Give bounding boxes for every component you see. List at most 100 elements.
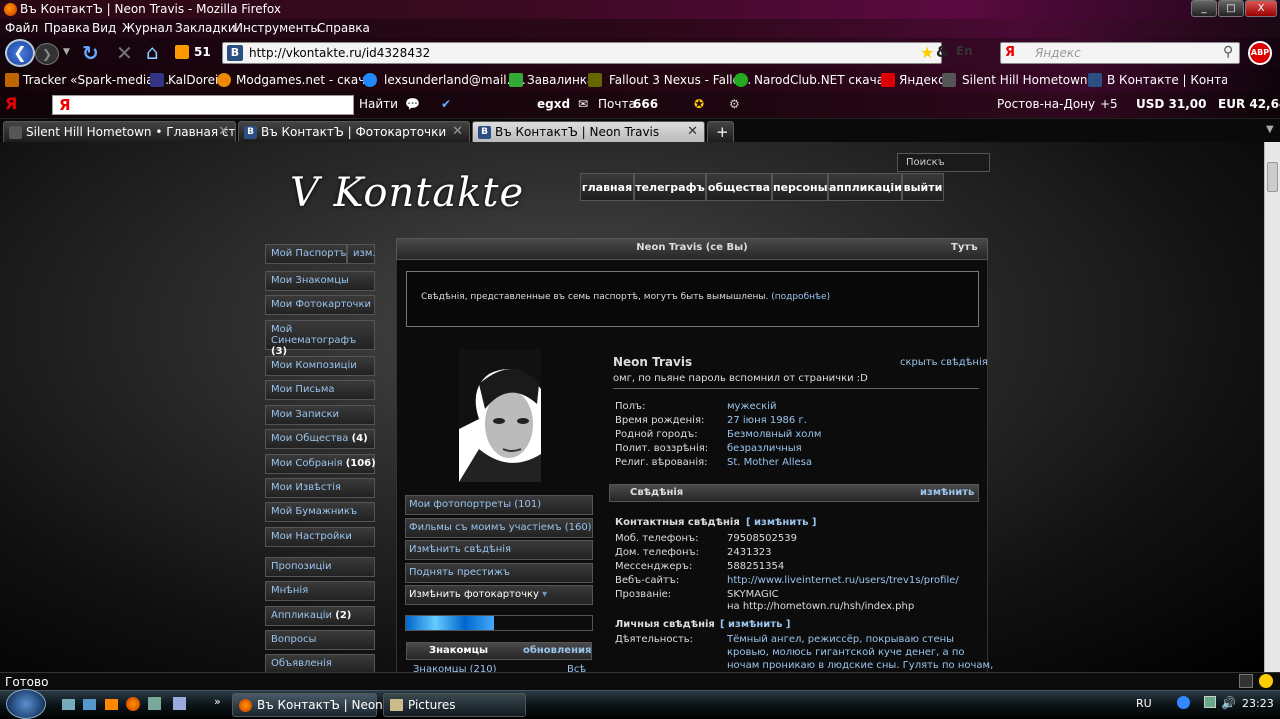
yandex-find-button[interactable]: Найти [359, 97, 398, 111]
stop-icon[interactable]: ✕ [116, 41, 133, 65]
status-smiley-icon[interactable] [1259, 674, 1273, 688]
sidebar-settings[interactable]: Мои Настройки [265, 527, 375, 547]
bookmark-modgames[interactable]: Modgames.net - скач... [236, 73, 377, 87]
quicklaunch-more-icon[interactable]: » [214, 695, 221, 708]
menu-help[interactable]: Справка [317, 21, 370, 35]
settings-gear-icon[interactable]: ⚙ [729, 97, 740, 111]
start-button[interactable] [6, 689, 46, 719]
scrollbar-thumb[interactable] [1267, 162, 1278, 192]
activity-line-2[interactable]: кровью, молюсь гигантской куче денег, а … [727, 647, 964, 658]
my-photoportraits-button[interactable]: Мои фотопортреты (101) [405, 495, 593, 515]
tab-silenthill[interactable]: Silent Hill Hometown • Главная стр... ✕ [3, 121, 236, 142]
language-indicator[interactable]: RU [1136, 697, 1152, 710]
search-input[interactable]: Яндекс [1035, 46, 1081, 60]
maximize-button[interactable]: □ [1218, 0, 1244, 17]
star-icon[interactable]: ✪ [694, 97, 704, 111]
weather-city[interactable]: Ростов-на-Дону [997, 97, 1095, 111]
tab-close-icon[interactable]: ✕ [452, 124, 463, 139]
films-with-me-button[interactable]: Фильмы съ моимъ участiемъ (160) [405, 518, 593, 538]
back-button[interactable]: ❮ [5, 39, 35, 67]
field-sex-value[interactable]: мужескiй [727, 401, 776, 412]
info-section-edit-link[interactable]: измѣнить [920, 487, 974, 498]
bookmark-yandex[interactable]: Яндекс [899, 73, 945, 87]
mail-icon[interactable]: ✉ [578, 97, 588, 111]
tab-photos[interactable]: B Въ КонтактЪ | Фотокарточки ✕ [238, 121, 470, 142]
friends-all-link[interactable]: Всѣ [567, 664, 586, 672]
sidebar-events[interactable]: Мои Собранiя (106) [265, 454, 376, 474]
search-bar[interactable]: Я Яндекс ⚲ [1000, 42, 1240, 64]
new-tab-button[interactable]: + [707, 121, 734, 142]
menu-edit[interactable]: Правка [44, 21, 90, 35]
media-player-icon[interactable] [105, 699, 118, 710]
sidebar-apps[interactable]: Аппликацiи (2) [265, 606, 375, 626]
profile-photo[interactable] [459, 349, 541, 482]
contact-website-link[interactable]: http://www.liveinternet.ru/users/trev1s/… [727, 575, 959, 586]
bookmark-zavalinka[interactable]: Завалинка [527, 73, 594, 87]
edit-info-button[interactable]: Измѣнить свѣдѣнiя [405, 540, 593, 560]
url-text[interactable]: http://vkontakte.ru/id4328432 [249, 46, 430, 60]
reload-icon[interactable]: ↻ [82, 41, 99, 65]
sidebar-notes[interactable]: Мои Записки [265, 405, 375, 425]
rss-icon[interactable] [175, 45, 189, 59]
menu-file[interactable]: Файл [5, 21, 38, 35]
sidebar-offers[interactable]: Пропозицiи [265, 557, 375, 577]
taskbar-firefox[interactable]: Въ КонтактЪ | Neon... [232, 693, 394, 717]
taskbar-pictures[interactable]: Pictures [383, 693, 526, 717]
nav-main[interactable]: главная [580, 173, 634, 201]
site-search-input[interactable]: Поискъ [897, 153, 990, 172]
tab-close-icon[interactable]: ✕ [687, 124, 698, 139]
yandex-user[interactable]: egxd [537, 97, 570, 111]
status-s-icon[interactable] [1239, 674, 1253, 688]
network-icon[interactable] [1204, 696, 1216, 708]
clock[interactable]: 23:23 [1242, 697, 1274, 710]
raise-prestige-button[interactable]: Поднять престижъ [405, 563, 593, 583]
menu-view[interactable]: Вид [92, 21, 116, 35]
tab-list-icon[interactable]: ▼ [1266, 124, 1274, 135]
nav-apps[interactable]: аппликацiи [828, 173, 902, 201]
field-hometown-value[interactable]: Безмолвный холм [727, 429, 821, 440]
site-logo[interactable]: V Kontakte [290, 170, 524, 216]
home-icon[interactable]: ⌂ [146, 40, 159, 64]
field-birth-value[interactable]: 27 iюня 1986 г. [727, 415, 807, 426]
menu-history[interactable]: Журнал [122, 21, 173, 35]
sidebar-groups[interactable]: Мои Общества (4) [265, 429, 375, 449]
mail-label[interactable]: Почта [598, 97, 636, 111]
translate-icon[interactable]: En [956, 44, 973, 58]
bookmark-star-icon[interactable]: ★ [920, 43, 934, 62]
sidebar-photos[interactable]: Мои Фотокарточки [265, 295, 375, 315]
friends-count-link[interactable]: Знакомцы (210) [413, 664, 497, 672]
friends-updates-link[interactable]: обновления [523, 645, 591, 656]
bookmark-silenthill[interactable]: Silent Hill Hometown ... [962, 73, 1103, 87]
field-religion-value[interactable]: St. Mother Allesa [727, 457, 812, 468]
window-titlebar[interactable]: Въ КонтактЪ | Neon Travis - Mozilla Fire… [0, 0, 1280, 19]
bookmark-tracker[interactable]: Tracker «Spark-media.... [23, 73, 169, 87]
sidebar-opinions[interactable]: Мнѣнiя [265, 581, 375, 601]
chat-icon[interactable]: 💬 [405, 97, 420, 111]
tab-close-icon[interactable]: ✕ [218, 124, 229, 139]
sidebar-questions[interactable]: Вопросы [265, 630, 375, 650]
menu-bookmarks[interactable]: Закладки [175, 21, 236, 35]
firefox-quicklaunch-icon[interactable] [126, 697, 140, 711]
hide-info-link[interactable]: скрыть свѣдѣнiя [900, 357, 988, 368]
bookmark-vk[interactable]: В Контакте | Контакт Тра... [1107, 73, 1227, 87]
check-icon[interactable]: ✔ [441, 97, 451, 111]
sidebar-audio[interactable]: Мои Композицiи [265, 356, 375, 376]
history-dropdown-icon[interactable]: ▼ [63, 47, 70, 57]
bookmark-narodclub[interactable]: NarodClub.NET скача... [754, 73, 896, 87]
bookmark-mail[interactable]: lexsunderland@mail.r... [384, 73, 526, 87]
url-bar[interactable]: B http://vkontakte.ru/id4328432 [222, 42, 942, 64]
yandex-search-input[interactable]: Я [52, 95, 354, 115]
adblock-icon[interactable]: ABP [1248, 41, 1272, 65]
nav-logout[interactable]: выйти [902, 173, 944, 201]
nav-telegraph[interactable]: телеграфъ [634, 173, 706, 201]
nav-groups[interactable]: общества [706, 173, 772, 201]
search-magnifier-icon[interactable]: ⚲ [1223, 44, 1233, 60]
switch-windows-icon[interactable] [83, 699, 96, 710]
contacts-edit-link[interactable]: [ измѣнить ] [746, 517, 817, 528]
tab-neon-travis[interactable]: B Въ КонтактЪ | Neon Travis ✕ [472, 121, 705, 142]
sidebar-messages[interactable]: Мои Письма [265, 380, 375, 400]
sidebar-news[interactable]: Мои Извѣстiя [265, 478, 375, 498]
page-scrollbar[interactable] [1264, 142, 1280, 672]
notice-more-link[interactable]: (подробнѣе) [771, 292, 830, 302]
activity-line-3[interactable]: ночам проникаю в людские сны. Гулять по … [727, 660, 993, 671]
